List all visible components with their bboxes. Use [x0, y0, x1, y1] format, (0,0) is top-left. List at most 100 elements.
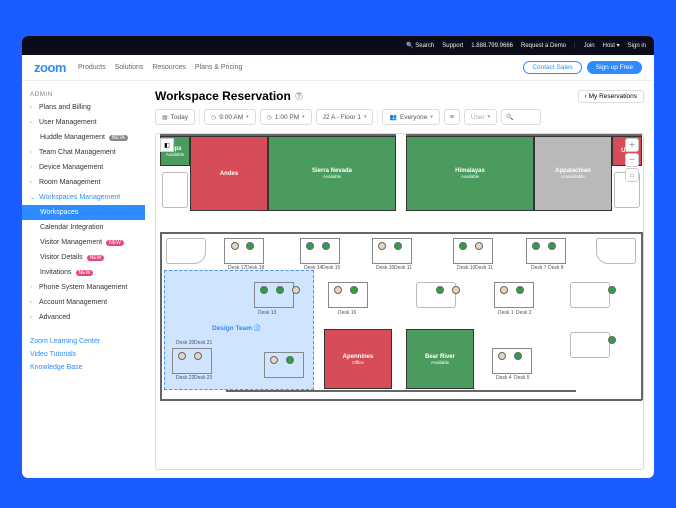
sidebar-item-plans-and-billing[interactable]: ›Plans and Billing: [22, 100, 145, 115]
desk-available-icon[interactable]: [276, 286, 284, 294]
contact-sales-button[interactable]: Contact Sales: [523, 61, 581, 74]
start-time-filter[interactable]: ◷9:00 AM▾: [204, 109, 256, 125]
sidebar-item-calendar-integration[interactable]: Calendar Integration: [22, 220, 145, 235]
sidebar-item-device-management[interactable]: ›Device Management: [22, 160, 145, 175]
support-link[interactable]: Support: [442, 43, 463, 49]
nav-plans[interactable]: Plans & Pricing: [195, 64, 242, 71]
avatar-icon[interactable]: [194, 352, 202, 360]
desk-cluster[interactable]: [492, 348, 532, 374]
who-filter[interactable]: 👥Everyone▾: [382, 109, 439, 125]
desk-cluster[interactable]: [264, 352, 304, 378]
nav-products[interactable]: Products: [78, 64, 106, 71]
avatar-icon[interactable]: [231, 242, 239, 250]
date-filter[interactable]: ▦Today: [155, 109, 195, 125]
search-link[interactable]: 🔍 Search: [406, 42, 434, 49]
nav-resources[interactable]: Resources: [152, 64, 185, 71]
sign-up-button[interactable]: Sign up Free: [587, 61, 642, 74]
legend-button[interactable]: ◧: [160, 138, 174, 152]
desk-cluster[interactable]: [300, 238, 340, 264]
floor-filter[interactable]: J2 A - Floor 1▾: [316, 109, 374, 125]
desk-available-icon[interactable]: [260, 286, 268, 294]
desk-available-icon[interactable]: [532, 242, 540, 250]
sidebar-item-user-management[interactable]: ›User Management: [22, 115, 145, 130]
host-link[interactable]: Host ▾: [603, 42, 620, 49]
sidebar-item-room-management[interactable]: ›Room Management: [22, 175, 145, 190]
link-knowledge-base[interactable]: Knowledge Base: [30, 361, 137, 374]
chevron-icon: ›: [30, 180, 35, 186]
sidebar-item-label: Plans and Billing: [39, 104, 91, 111]
badge: NEW: [87, 255, 105, 261]
sidebar-item-workspaces[interactable]: Workspaces: [22, 205, 145, 220]
zoom-in-button[interactable]: ＋: [625, 138, 639, 152]
room-appalachian[interactable]: AppalachianUnavailable: [534, 136, 612, 211]
list-view-button[interactable]: ≡: [444, 109, 460, 125]
room-bear-river[interactable]: Bear RiverAvailable: [406, 329, 474, 389]
sidebar-item-team-chat-management[interactable]: ›Team Chat Management: [22, 145, 145, 160]
nav-solutions[interactable]: Solutions: [115, 64, 144, 71]
app-window: 🔍 Search Support 1.888.799.9666 Request …: [22, 36, 654, 478]
sidebar-item-account-management[interactable]: ›Account Management: [22, 295, 145, 310]
desk-available-icon[interactable]: [350, 286, 358, 294]
room-andes[interactable]: Andes: [190, 136, 268, 211]
room-sierra-nevada[interactable]: Sierra NevadaAvailable: [268, 136, 396, 211]
phone-link[interactable]: 1.888.799.9666: [471, 43, 513, 49]
avatar-icon[interactable]: [500, 286, 508, 294]
room-apennines[interactable]: ApenninesOffice: [324, 329, 392, 389]
desk-cluster[interactable]: [224, 238, 264, 264]
sidebar-item-label: Workspaces: [40, 209, 78, 216]
desk-available-icon[interactable]: [608, 286, 616, 294]
info-icon[interactable]: ?: [295, 92, 303, 100]
desk-available-icon[interactable]: [548, 242, 556, 250]
user-filter[interactable]: User▾: [464, 109, 497, 125]
desk-cluster[interactable]: [328, 282, 368, 308]
end-time-filter[interactable]: ◷1:00 PM▾: [260, 109, 312, 125]
avatar-icon[interactable]: [475, 242, 483, 250]
zoom-logo[interactable]: zoom: [34, 60, 66, 75]
desk-available-icon[interactable]: [514, 352, 522, 360]
avatar-icon[interactable]: [452, 286, 460, 294]
desk-available-icon[interactable]: [516, 286, 524, 294]
sidebar-item-workspaces-management[interactable]: ⌄Workspaces Management: [22, 190, 145, 205]
avatar-icon[interactable]: [292, 286, 300, 294]
sidebar-item-visitor-management[interactable]: Visitor ManagementNEW: [22, 235, 145, 250]
link-learning-center[interactable]: Zoom Learning Center: [30, 335, 137, 348]
avatar-icon[interactable]: [270, 356, 278, 364]
sidebar-item-advanced[interactable]: ›Advanced: [22, 310, 145, 325]
desk-available-icon[interactable]: [436, 286, 444, 294]
desk-available-icon[interactable]: [459, 242, 467, 250]
search-input[interactable]: 🔍: [501, 109, 541, 125]
join-link[interactable]: Join: [584, 43, 595, 49]
request-demo-link[interactable]: Request a Demo: [521, 43, 566, 49]
desk-furniture: [570, 332, 610, 358]
desk-cluster[interactable]: [453, 238, 493, 264]
desk-cluster[interactable]: [172, 348, 212, 374]
floorplan[interactable]: ◧ ＋ － ⌂ AlpsAvailable Andes Sierra Nevad…: [155, 133, 644, 470]
sidebar-item-phone-system-management[interactable]: ›Phone System Management: [22, 280, 145, 295]
sidebar-item-visitor-details[interactable]: Visitor DetailsNEW: [22, 250, 145, 265]
avatar-icon[interactable]: [334, 286, 342, 294]
desk-available-icon[interactable]: [394, 242, 402, 250]
chevron-icon: ⌄: [30, 194, 35, 201]
desk-cluster[interactable]: [372, 238, 412, 264]
room-himalayas[interactable]: HimalayasAvailable: [406, 136, 534, 211]
desk-available-icon[interactable]: [322, 242, 330, 250]
desk-available-icon[interactable]: [608, 336, 616, 344]
sidebar-item-huddle-management[interactable]: Huddle ManagementBETA: [22, 130, 145, 145]
main-nav: Products Solutions Resources Plans & Pri…: [78, 64, 511, 71]
my-reservations-button[interactable]: ‹ My Reservations: [578, 90, 644, 103]
avatar-icon[interactable]: [378, 242, 386, 250]
avatar-icon[interactable]: [178, 352, 186, 360]
desk-cluster[interactable]: [526, 238, 566, 264]
zoom-out-button[interactable]: －: [625, 153, 639, 167]
desk-cluster[interactable]: [254, 282, 294, 308]
avatar-icon[interactable]: [498, 352, 506, 360]
link-video-tutorials[interactable]: Video Tutorials: [30, 348, 137, 361]
desk-available-icon[interactable]: [246, 242, 254, 250]
sidebar-item-invitations[interactable]: InvitationsNEW: [22, 265, 145, 280]
zoom-reset-button[interactable]: ⌂: [625, 168, 639, 182]
desk-cluster[interactable]: [494, 282, 534, 308]
desk-label: Desk 13: [258, 310, 276, 316]
desk-available-icon[interactable]: [286, 356, 294, 364]
signin-link[interactable]: Sign in: [628, 43, 646, 49]
desk-available-icon[interactable]: [306, 242, 314, 250]
